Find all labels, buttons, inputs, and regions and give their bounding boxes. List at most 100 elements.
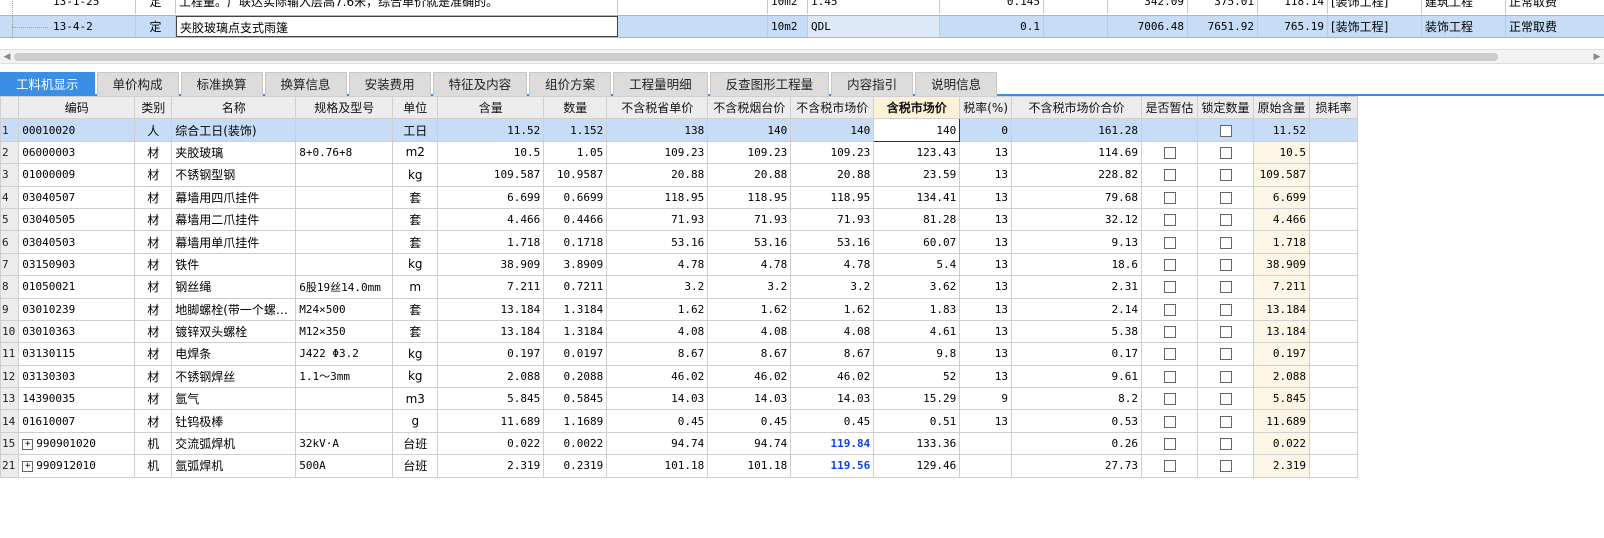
code-cell[interactable]: 01610007	[18, 409, 136, 433]
tax-market-price-cell[interactable]: 5.4	[873, 252, 961, 277]
tab-8[interactable]: 反查图形工程量	[709, 72, 830, 96]
name-cell[interactable]: 不锈钢焊丝	[171, 364, 297, 389]
yantai-price-cell[interactable]: 3.2	[707, 275, 792, 299]
quantity-cell[interactable]: 10.9587	[543, 163, 608, 187]
name-cell[interactable]: 铁件	[171, 252, 297, 277]
yantai-price-cell[interactable]: 118.95	[707, 185, 792, 209]
column-header[interactable]: 类别	[134, 95, 173, 120]
code-cell[interactable]: 03010239	[18, 297, 136, 321]
estimate-checkbox[interactable]	[1163, 258, 1176, 271]
spec-cell[interactable]	[295, 409, 394, 433]
name-cell[interactable]: 地脚螺栓(带一个螺…	[171, 297, 297, 321]
tab-5[interactable]: 特征及内容	[432, 72, 528, 96]
tab-4[interactable]: 安装费用	[348, 72, 431, 96]
original-content-cell[interactable]: 4.466	[1253, 207, 1311, 232]
total-cell[interactable]: 9.13	[1011, 230, 1143, 254]
spec-cell[interactable]: 1.1～3mm	[295, 364, 394, 389]
column-header[interactable]: 损耗率	[1309, 95, 1359, 120]
quantity-cell[interactable]: 3.8909	[543, 252, 608, 277]
type-cell[interactable]: 材	[134, 207, 173, 232]
spec-cell[interactable]	[295, 185, 394, 209]
unit-cell[interactable]: g	[392, 409, 439, 433]
tax-rate-cell[interactable]: 13	[959, 185, 1013, 209]
table-row[interactable]: 2 06000003 材夹胶玻璃 8+0.76+8 m2 10.5 1.05 109.23 10…	[0, 140, 1359, 165]
loss-rate-cell[interactable]	[1309, 163, 1359, 187]
lock-qty-checkbox[interactable]	[1219, 460, 1232, 473]
market-price-cell[interactable]: 4.08	[790, 319, 875, 344]
unit-cell[interactable]: 套	[392, 185, 439, 209]
tax-market-price-cell[interactable]: 23.59	[873, 163, 961, 187]
upper-row-selected[interactable]: 13-4-2 定 夹胶玻璃点支式雨篷 10m2 QDL 0.1 7006.48 …	[0, 15, 1604, 38]
upper-name[interactable]: 夹胶玻璃点支式雨篷	[176, 16, 618, 37]
type-cell[interactable]: 机	[134, 454, 173, 478]
yantai-price-cell[interactable]: 4.08	[707, 319, 792, 344]
estimate-checkbox[interactable]	[1163, 214, 1176, 227]
type-cell[interactable]: 材	[134, 364, 173, 389]
original-content-cell[interactable]: 11.689	[1253, 409, 1311, 433]
province-price-cell[interactable]: 14.03	[606, 387, 709, 411]
tab-6[interactable]: 组价方案	[529, 72, 612, 96]
original-content-cell[interactable]: 1.718	[1253, 230, 1311, 254]
province-price-cell[interactable]: 138	[606, 118, 709, 142]
unit-cell[interactable]: 套	[392, 297, 439, 321]
tax-market-price-cell[interactable]: 129.46	[873, 454, 961, 478]
estimate-checkbox[interactable]	[1163, 438, 1176, 451]
upper-qty-expr[interactable]: QDL	[808, 16, 940, 37]
column-header[interactable]: 编码	[18, 95, 136, 120]
tab-7[interactable]: 工程量明细	[613, 72, 708, 96]
quantity-cell[interactable]: 0.0022	[543, 431, 608, 456]
code-cell[interactable]: 03010363	[18, 319, 136, 344]
province-price-cell[interactable]: 0.45	[606, 409, 709, 433]
column-header[interactable]: 不含税市场价合价	[1011, 95, 1143, 120]
estimate-checkbox[interactable]	[1163, 169, 1176, 182]
code-cell[interactable]: 03040505	[18, 207, 136, 232]
row-index[interactable]: 8	[0, 275, 20, 299]
tax-rate-cell[interactable]: 13	[959, 230, 1013, 254]
province-price-cell[interactable]: 101.18	[606, 454, 709, 478]
spec-cell[interactable]	[295, 163, 394, 187]
unit-cell[interactable]: 工日	[392, 118, 439, 142]
column-header[interactable]: 不含税烟台价	[707, 95, 792, 120]
total-cell[interactable]: 27.73	[1011, 454, 1143, 478]
tab-0[interactable]: 工料机显示	[0, 72, 95, 96]
tax-market-price-cell[interactable]: 140	[873, 118, 961, 142]
estimate-checkbox[interactable]	[1163, 370, 1176, 383]
row-index[interactable]: 13	[0, 387, 20, 411]
lock-qty-checkbox[interactable]	[1219, 415, 1232, 428]
code-cell[interactable]: 01000009	[18, 163, 136, 187]
type-cell[interactable]: 机	[134, 431, 173, 456]
quantity-cell[interactable]: 1.1689	[543, 409, 608, 433]
loss-rate-cell[interactable]	[1309, 454, 1359, 478]
column-header[interactable]: 不含税市场价	[790, 95, 875, 120]
table-row[interactable]: 5 03040505 材幕墙用二爪挂件套 4.466 0.4466 71.93 71.93 7…	[0, 207, 1359, 232]
loss-rate-cell[interactable]	[1309, 140, 1359, 165]
column-header[interactable]: 不含税省单价	[606, 95, 709, 120]
loss-rate-cell[interactable]	[1309, 431, 1359, 456]
tab-3[interactable]: 换算信息	[264, 72, 347, 96]
quantity-cell[interactable]: 0.2319	[543, 454, 608, 478]
tab-1[interactable]: 单价构成	[96, 72, 179, 96]
tax-market-price-cell[interactable]: 3.62	[873, 275, 961, 299]
total-cell[interactable]: 79.68	[1011, 185, 1143, 209]
name-cell[interactable]: 幕墙用单爪挂件	[171, 230, 297, 254]
table-row[interactable]: 14 01610007 材钍钨极棒 g 11.689 1.1689 0.45 0.45 0.45…	[0, 409, 1359, 433]
original-content-cell[interactable]: 13.184	[1253, 297, 1311, 321]
quantity-cell[interactable]: 0.0197	[543, 342, 608, 366]
content-cell[interactable]: 13.184	[437, 319, 545, 344]
total-cell[interactable]: 18.6	[1011, 252, 1143, 277]
unit-cell[interactable]: 台班	[392, 431, 439, 456]
quantity-cell[interactable]: 1.3184	[543, 297, 608, 321]
table-row[interactable]: 3 01000009 材不锈钢型钢 kg 109.587 10.9587 20.88 20.8…	[0, 163, 1359, 187]
code-cell[interactable]: 14390035	[18, 387, 136, 411]
expand-icon[interactable]: +	[22, 438, 34, 450]
estimate-checkbox[interactable]	[1163, 236, 1176, 249]
row-index[interactable]: 11	[0, 342, 20, 366]
spec-cell[interactable]: 32kV·A	[295, 431, 394, 456]
row-index[interactable]: 10	[0, 319, 20, 344]
market-price-cell[interactable]: 0.45	[790, 409, 875, 433]
table-row[interactable]: 13 14390035 材氩气 m3 5.845 0.5845 14.03 14.03 14.0…	[0, 387, 1359, 411]
code-cell[interactable]: 03150903	[18, 252, 136, 277]
lock-qty-checkbox[interactable]	[1219, 370, 1232, 383]
quantity-cell[interactable]: 0.4466	[543, 207, 608, 232]
original-content-cell[interactable]: 109.587	[1253, 163, 1311, 187]
